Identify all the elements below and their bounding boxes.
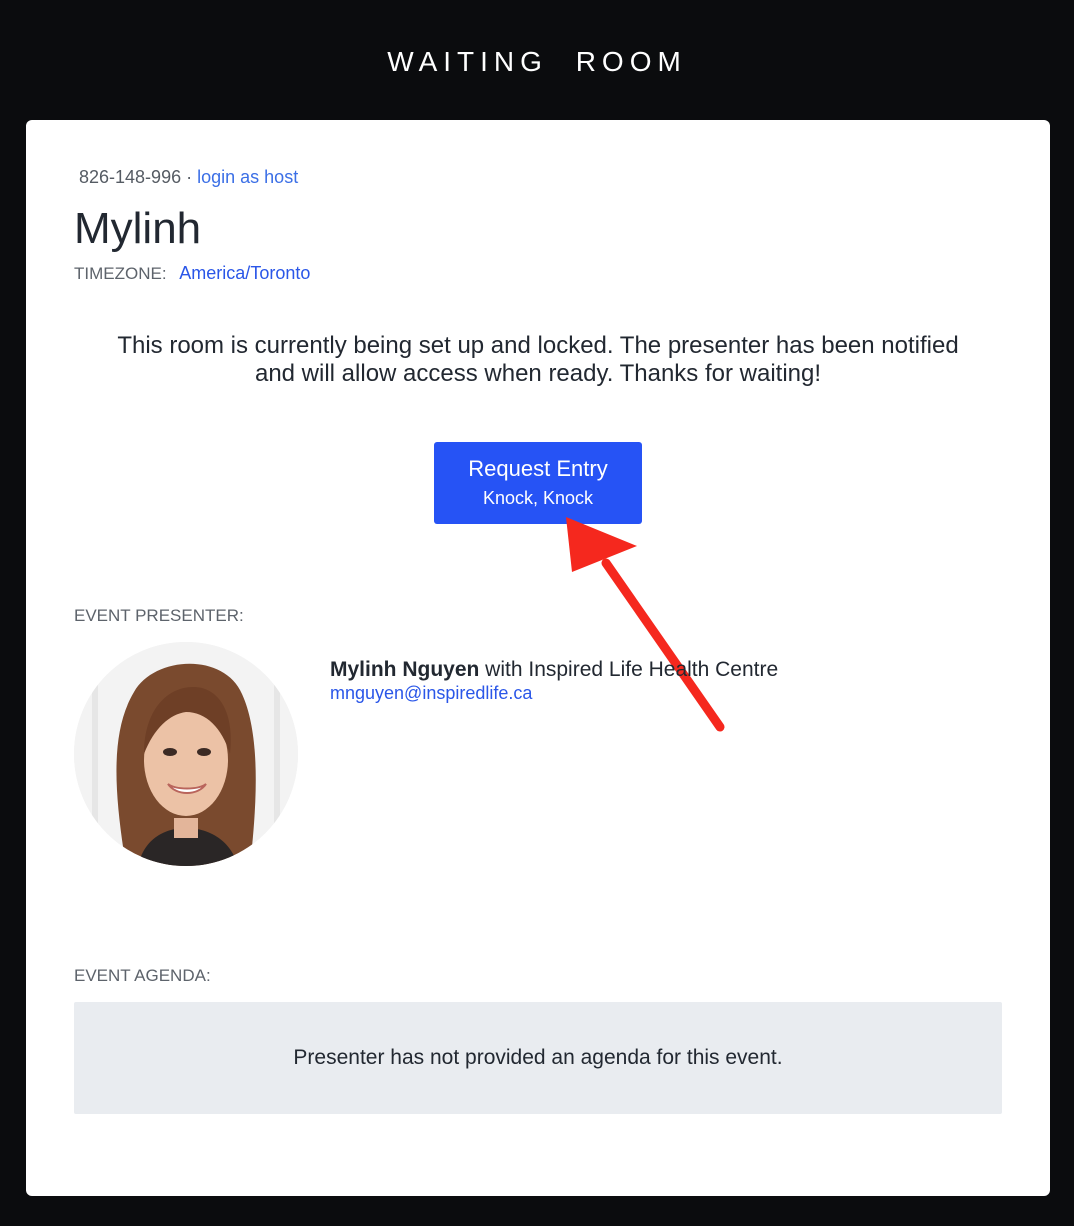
agenda-empty-text: Presenter has not provided an agenda for… — [293, 1046, 783, 1069]
login-as-host-link[interactable]: login as host — [197, 167, 298, 187]
room-meta-line: 826-148-996 · login as host — [79, 167, 298, 188]
waiting-room-card: 826-148-996 · login as host Mylinh TIMEZ… — [26, 120, 1050, 1196]
meta-separator: · — [186, 167, 193, 187]
room-id: 826-148-996 — [79, 167, 182, 187]
request-entry-button[interactable]: Request Entry Knock, Knock — [434, 442, 642, 524]
request-entry-label: Request Entry — [468, 456, 608, 481]
presenter-email-link[interactable]: mnguyen@inspiredlife.ca — [330, 683, 532, 704]
agenda-box: Presenter has not provided an agenda for… — [74, 1002, 1002, 1114]
presenter-avatar — [74, 642, 298, 866]
timezone-link[interactable]: America/Toronto — [179, 263, 310, 283]
page-title: WAITING ROOM — [387, 46, 687, 77]
presenter-photo — [74, 642, 298, 866]
arrow-head — [566, 517, 637, 572]
timezone-row: TIMEZONE: America/Toronto — [74, 263, 310, 284]
page: WAITING ROOM 826-148-996 · login as host… — [0, 0, 1074, 1226]
arrow-shaft — [601, 558, 725, 732]
presenter-name: Mylinh Nguyen — [330, 658, 480, 681]
red-arrow-annotation — [566, 517, 725, 732]
agenda-section-label: EVENT AGENDA: — [74, 966, 211, 985]
presenter-section-label: EVENT PRESENTER: — [74, 606, 244, 625]
room-name: Mylinh — [74, 204, 202, 253]
request-entry-sublabel: Knock, Knock — [482, 488, 594, 508]
presenter-info: Mylinh Nguyen with Inspired Life Health … — [330, 658, 778, 682]
presenter-affiliation: with Inspired Life Health Centre — [479, 658, 779, 681]
timezone-label: TIMEZONE: — [74, 264, 167, 283]
locked-notice: This room is currently being set up and … — [117, 332, 959, 387]
